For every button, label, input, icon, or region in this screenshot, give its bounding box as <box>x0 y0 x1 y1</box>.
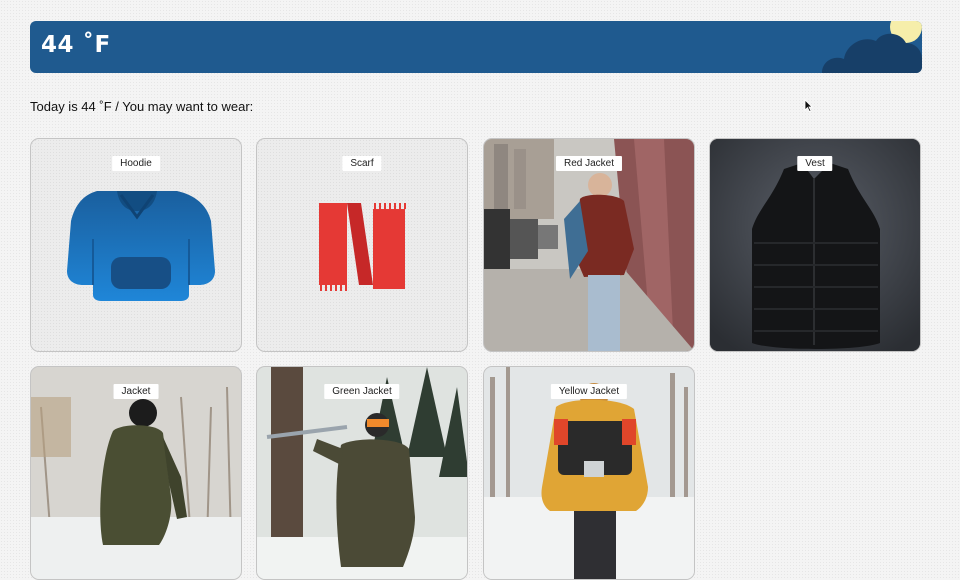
card-label: Jacket <box>113 384 159 399</box>
weather-header: 44 ˚F <box>30 21 922 73</box>
clothing-card-green-jacket[interactable]: Green Jacket <box>256 366 468 580</box>
clothing-card-scarf[interactable]: Scarf <box>256 138 468 352</box>
card-label: Scarf <box>342 156 382 171</box>
card-label: Green Jacket <box>324 384 400 399</box>
card-label: Hoodie <box>112 156 160 171</box>
clothing-card-hoodie[interactable]: Hoodie <box>30 138 242 352</box>
clothing-card-jacket[interactable]: Jacket <box>30 366 242 580</box>
wear-suggestion-text: Today is 44 ˚F / You may want to wear: <box>30 99 254 114</box>
card-label: Red Jacket <box>555 156 623 171</box>
temperature-value: 44 ˚F <box>41 32 111 58</box>
cloud-sun-icon <box>822 21 922 73</box>
card-label: Yellow Jacket <box>550 384 628 399</box>
clothing-card-yellow-jacket[interactable]: Yellow Jacket <box>483 366 695 580</box>
clothing-card-vest[interactable]: Vest <box>709 138 921 352</box>
cursor-icon <box>804 99 813 112</box>
card-label: Vest <box>797 156 833 171</box>
clothing-card-red-jacket[interactable]: Red Jacket <box>483 138 695 352</box>
